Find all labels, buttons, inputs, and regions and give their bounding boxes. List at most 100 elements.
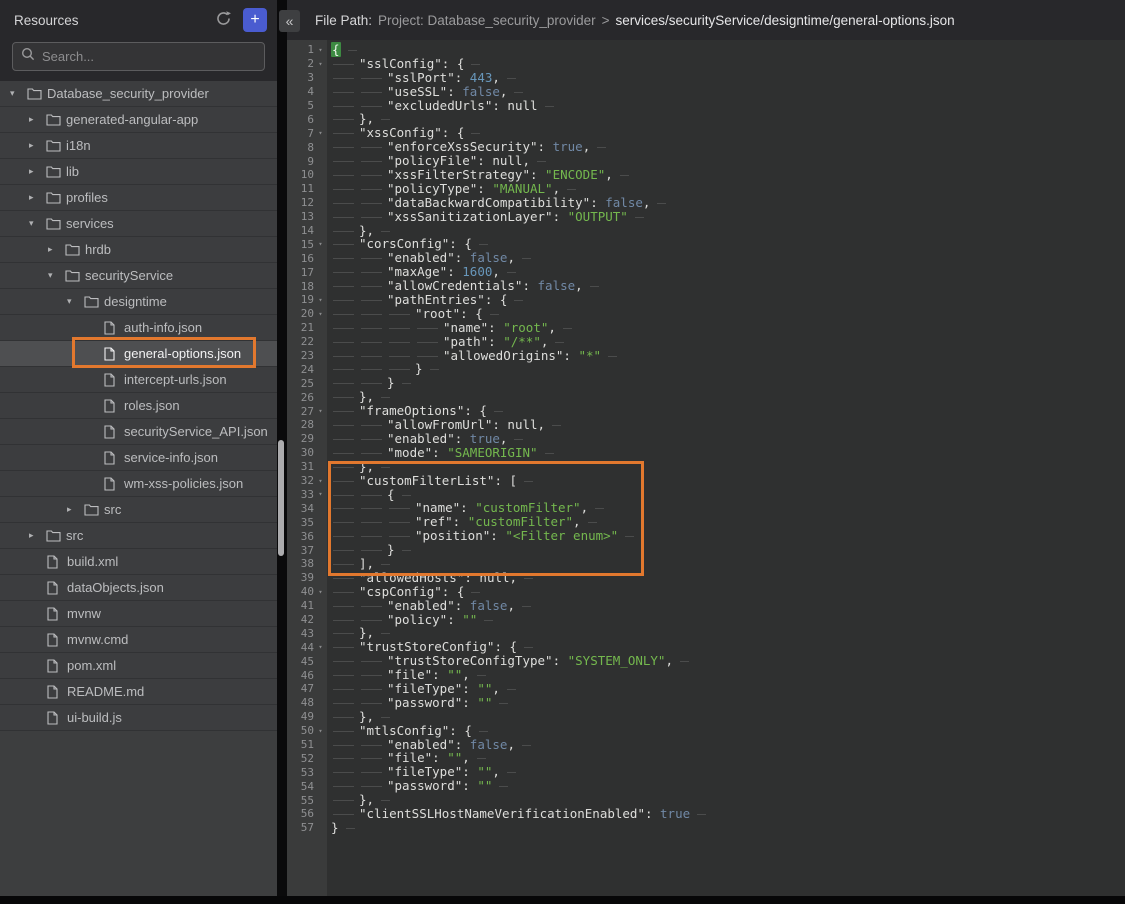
code-line[interactable]: "position": "<Filter enum>"	[331, 529, 1125, 543]
fold-toggle-icon[interactable]: ▾	[314, 477, 327, 485]
tree-item-general-options-json[interactable]: general-options.json	[0, 341, 277, 367]
fold-toggle-icon[interactable]: ▾	[314, 296, 327, 304]
code-line[interactable]: },	[331, 390, 1125, 404]
tree-item-lib[interactable]: ▸lib	[0, 159, 277, 185]
code-line[interactable]: "mode": "SAMEORIGIN"	[331, 446, 1125, 460]
tree-item-dataobjects-json[interactable]: dataObjects.json	[0, 575, 277, 601]
code-line[interactable]: "enabled": false,	[331, 599, 1125, 613]
tree-item-intercept-urls-json[interactable]: intercept-urls.json	[0, 367, 277, 393]
chevron-collapsed-icon[interactable]: ▸	[29, 140, 46, 151]
code-line[interactable]: {	[331, 488, 1125, 502]
tree-item-build-xml[interactable]: build.xml	[0, 549, 277, 575]
code-line[interactable]: "mtlsConfig": {	[331, 724, 1125, 738]
code-line[interactable]: "file": "",	[331, 668, 1125, 682]
code-line[interactable]: },	[331, 460, 1125, 474]
collapse-sidebar-button[interactable]: «	[279, 10, 300, 32]
tree-item-securityservice-api-json[interactable]: securityService_API.json	[0, 419, 277, 445]
code-line[interactable]: "useSSL": false,	[331, 85, 1125, 99]
tree-item-pom-xml[interactable]: pom.xml	[0, 653, 277, 679]
code-line[interactable]: "trustStoreConfig": {	[331, 640, 1125, 654]
code-line[interactable]: "name": "root",	[331, 321, 1125, 335]
tree-item-i18n[interactable]: ▸i18n	[0, 133, 277, 159]
tree-item-service-info-json[interactable]: service-info.json	[0, 445, 277, 471]
chevron-collapsed-icon[interactable]: ▸	[29, 166, 46, 177]
fold-toggle-icon[interactable]: ▾	[314, 129, 327, 137]
code-line[interactable]: }	[331, 543, 1125, 557]
fold-toggle-icon[interactable]: ▾	[314, 490, 327, 498]
search-box[interactable]	[12, 42, 265, 71]
tree-item-hrdb[interactable]: ▸hrdb	[0, 237, 277, 263]
fold-toggle-icon[interactable]: ▾	[314, 240, 327, 248]
code-line[interactable]: "frameOptions": {	[331, 404, 1125, 418]
code-line[interactable]: "root": {	[331, 307, 1125, 321]
code-line[interactable]: "corsConfig": {	[331, 237, 1125, 251]
chevron-expanded-icon[interactable]: ▾	[29, 218, 46, 229]
fold-toggle-icon[interactable]: ▾	[314, 643, 327, 651]
code-line[interactable]: "trustStoreConfigType": "SYSTEM_ONLY",	[331, 654, 1125, 668]
tree-item-profiles[interactable]: ▸profiles	[0, 185, 277, 211]
code-line[interactable]: "enabled": false,	[331, 738, 1125, 752]
code-line[interactable]: "policyFile": null,	[331, 154, 1125, 168]
code-editor[interactable]: 1▾2▾34567▾89101112131415▾16171819▾20▾212…	[287, 40, 1125, 896]
code-line[interactable]: }	[331, 821, 1125, 835]
code-line[interactable]: "ref": "customFilter",	[331, 515, 1125, 529]
tree-item-ui-build-js[interactable]: ui-build.js	[0, 705, 277, 731]
code-line[interactable]: },	[331, 710, 1125, 724]
chevron-collapsed-icon[interactable]: ▸	[67, 504, 84, 515]
code-line[interactable]: "sslConfig": {	[331, 57, 1125, 71]
tree-item-src[interactable]: ▸src	[0, 523, 277, 549]
fold-toggle-icon[interactable]: ▾	[314, 727, 327, 735]
tree-item-mvnw[interactable]: mvnw	[0, 601, 277, 627]
tree-item-readme-md[interactable]: README.md	[0, 679, 277, 705]
code-line[interactable]: "xssConfig": {	[331, 126, 1125, 140]
add-resource-button[interactable]: +	[243, 8, 267, 32]
code-line[interactable]: "password": ""	[331, 779, 1125, 793]
code-line[interactable]: "customFilterList": [	[331, 474, 1125, 488]
code-line[interactable]: "allowedHosts": null,	[331, 571, 1125, 585]
chevron-collapsed-icon[interactable]: ▸	[29, 192, 46, 203]
tree-item-roles-json[interactable]: roles.json	[0, 393, 277, 419]
code-line[interactable]: }	[331, 362, 1125, 376]
tree-item-mvnw-cmd[interactable]: mvnw.cmd	[0, 627, 277, 653]
chevron-expanded-icon[interactable]: ▾	[67, 296, 84, 307]
tree-item-securityservice[interactable]: ▾securityService	[0, 263, 277, 289]
sidebar-scrollbar-thumb[interactable]	[278, 440, 284, 556]
fold-toggle-icon[interactable]: ▾	[314, 46, 327, 54]
code-line[interactable]: "enabled": false,	[331, 251, 1125, 265]
search-input[interactable]	[42, 49, 256, 64]
code-line[interactable]: },	[331, 626, 1125, 640]
code-line[interactable]: "dataBackwardCompatibility": false,	[331, 196, 1125, 210]
chevron-collapsed-icon[interactable]: ▸	[29, 530, 46, 541]
code-line[interactable]: "xssFilterStrategy": "ENCODE",	[331, 168, 1125, 182]
code-line[interactable]: "pathEntries": {	[331, 293, 1125, 307]
tree-item-generated-angular-app[interactable]: ▸generated-angular-app	[0, 107, 277, 133]
code-line[interactable]: "name": "customFilter",	[331, 501, 1125, 515]
code-line[interactable]: "policyType": "MANUAL",	[331, 182, 1125, 196]
tree-item-wm-xss-policies-json[interactable]: wm-xss-policies.json	[0, 471, 277, 497]
code-line[interactable]: "enabled": true,	[331, 432, 1125, 446]
code-line[interactable]: "allowFromUrl": null,	[331, 418, 1125, 432]
code-lines[interactable]: {"sslConfig": {"sslPort": 443,"useSSL": …	[327, 40, 1125, 896]
code-line[interactable]: "password": ""	[331, 696, 1125, 710]
code-line[interactable]: "allowCredentials": false,	[331, 279, 1125, 293]
tree-item-database-security-provider[interactable]: ▾Database_security_provider	[0, 81, 277, 107]
code-line[interactable]: "xssSanitizationLayer": "OUTPUT"	[331, 210, 1125, 224]
code-line[interactable]: },	[331, 793, 1125, 807]
tree-item-auth-info-json[interactable]: auth-info.json	[0, 315, 277, 341]
code-line[interactable]: "cspConfig": {	[331, 585, 1125, 599]
code-line[interactable]: },	[331, 112, 1125, 126]
tree-item-designtime[interactable]: ▾designtime	[0, 289, 277, 315]
code-line[interactable]: "policy": ""	[331, 613, 1125, 627]
code-line[interactable]: "maxAge": 1600,	[331, 265, 1125, 279]
code-line[interactable]: {	[331, 43, 1125, 57]
code-line[interactable]: "excludedUrls": null	[331, 99, 1125, 113]
code-line[interactable]: "fileType": "",	[331, 682, 1125, 696]
tree-item-src[interactable]: ▸src	[0, 497, 277, 523]
code-line[interactable]: "file": "",	[331, 751, 1125, 765]
code-line[interactable]: "allowedOrigins": "*"	[331, 349, 1125, 363]
chevron-expanded-icon[interactable]: ▾	[10, 88, 27, 99]
chevron-collapsed-icon[interactable]: ▸	[48, 244, 65, 255]
chevron-collapsed-icon[interactable]: ▸	[29, 114, 46, 125]
code-line[interactable]: "path": "/**",	[331, 335, 1125, 349]
refresh-button[interactable]	[211, 8, 235, 32]
